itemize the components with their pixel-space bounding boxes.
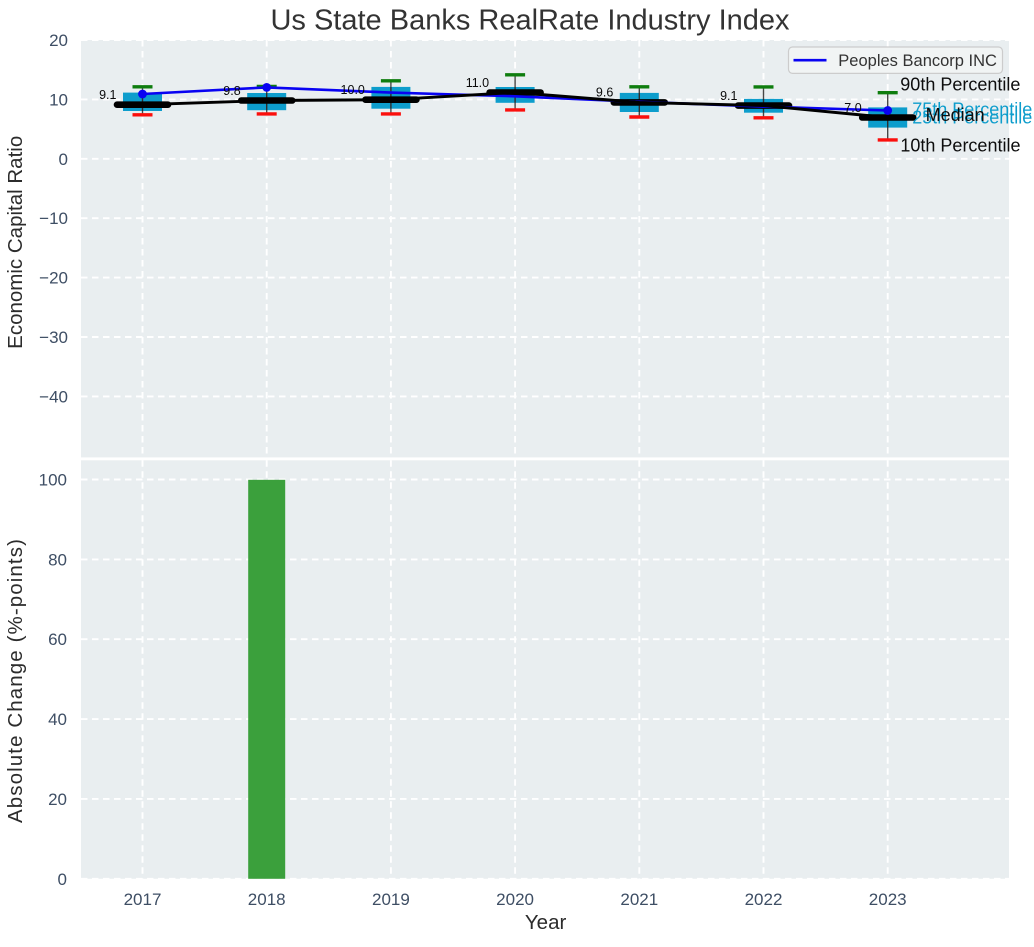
svg-text:10.0: 10.0 (341, 83, 365, 97)
svg-text:2021: 2021 (620, 890, 658, 909)
svg-text:40: 40 (48, 710, 67, 729)
svg-text:9.1: 9.1 (99, 88, 116, 102)
svg-text:2020: 2020 (496, 890, 534, 909)
svg-text:7.0: 7.0 (844, 101, 861, 115)
svg-text:Median: Median (926, 105, 985, 125)
svg-text:Absolute Change (%-points): Absolute Change (%-points) (4, 538, 27, 823)
svg-text:20: 20 (49, 31, 68, 50)
svg-text:Us State Banks RealRate Indust: Us State Banks RealRate Industry Index (270, 4, 790, 36)
svg-text:80: 80 (48, 550, 67, 569)
svg-text:10th Percentile: 10th Percentile (900, 135, 1020, 155)
svg-text:−10: −10 (39, 209, 68, 228)
svg-text:9.6: 9.6 (596, 86, 613, 100)
svg-text:100: 100 (39, 471, 67, 490)
svg-text:2022: 2022 (745, 890, 783, 909)
svg-text:10: 10 (49, 90, 68, 109)
svg-text:Economic Capital Ratio: Economic Capital Ratio (4, 136, 27, 349)
svg-text:9.8: 9.8 (223, 84, 240, 98)
svg-text:2019: 2019 (372, 890, 410, 909)
svg-text:Year: Year (525, 911, 567, 934)
svg-text:0: 0 (58, 870, 67, 889)
svg-text:−40: −40 (39, 387, 68, 406)
svg-text:2018: 2018 (248, 890, 286, 909)
svg-text:Peoples Bancorp INC: Peoples Bancorp INC (838, 52, 997, 70)
svg-text:2017: 2017 (124, 890, 162, 909)
svg-text:0: 0 (59, 150, 68, 169)
svg-text:11.0: 11.0 (466, 76, 489, 90)
svg-text:90th Percentile: 90th Percentile (900, 74, 1020, 94)
svg-text:9.1: 9.1 (720, 89, 737, 103)
svg-text:20: 20 (48, 790, 67, 809)
svg-text:2023: 2023 (869, 890, 907, 909)
svg-text:60: 60 (48, 630, 67, 649)
svg-text:−30: −30 (39, 328, 68, 347)
svg-text:−20: −20 (39, 269, 68, 288)
